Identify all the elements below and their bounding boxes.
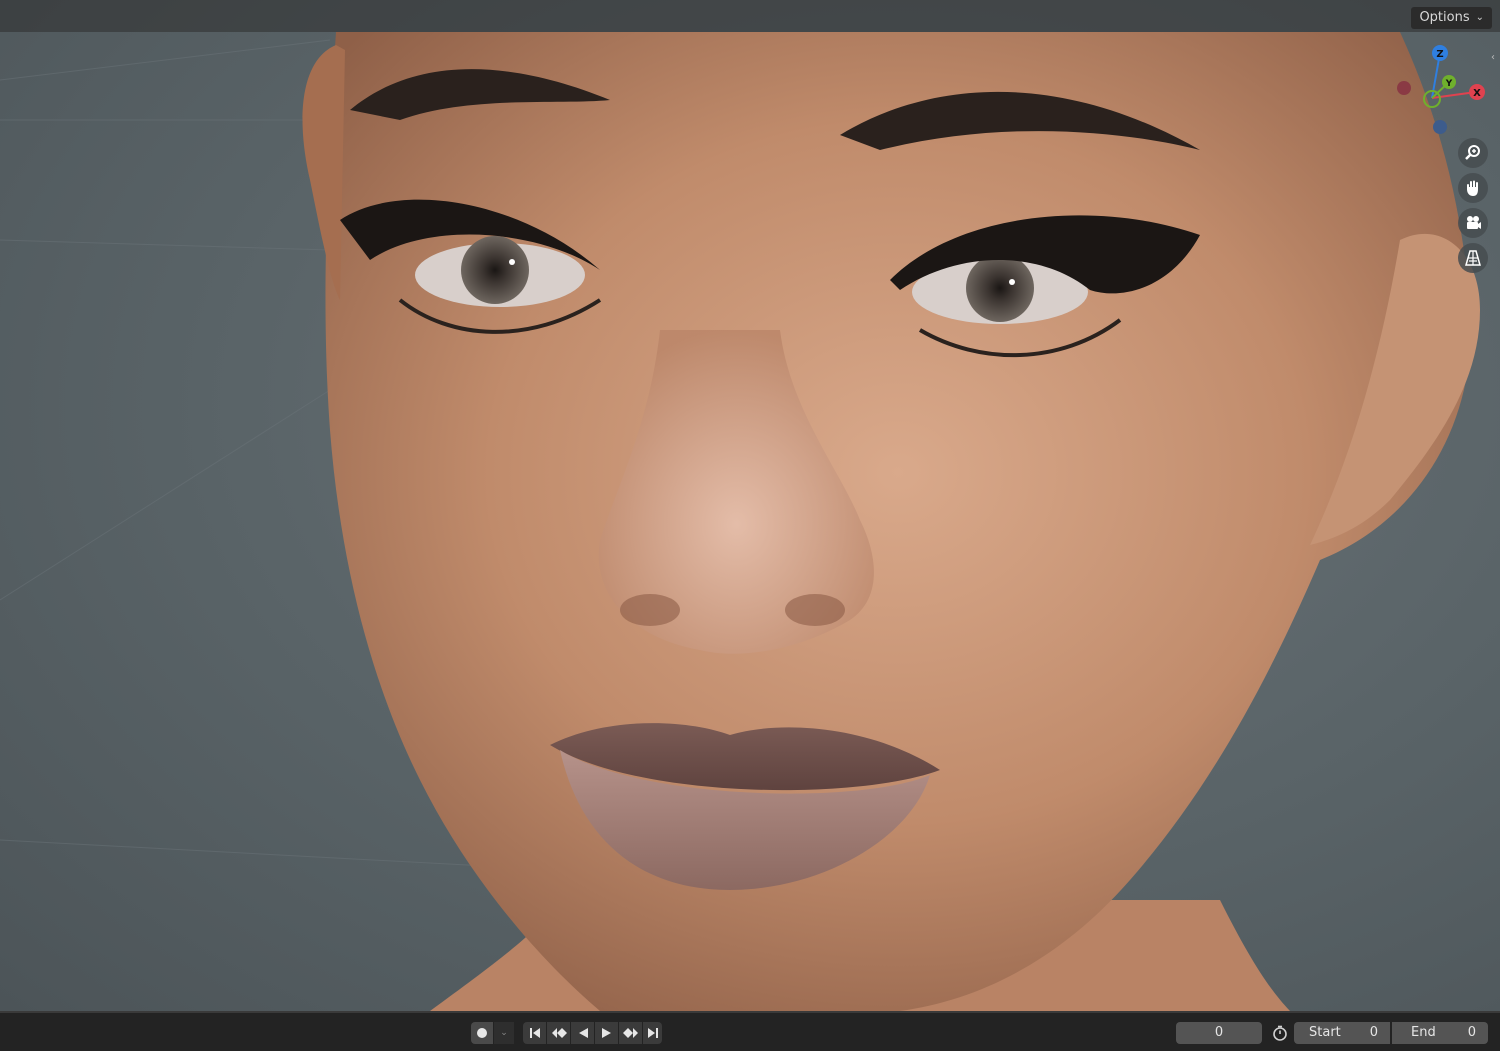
play-reverse-icon (578, 1028, 588, 1038)
options-dropdown[interactable]: Options ⌄ (1411, 7, 1492, 29)
neg-x-axis-handle[interactable] (1397, 81, 1411, 95)
playback-settings-button[interactable] (1268, 1022, 1292, 1044)
timeline-bar: ⌄ 0 Start 0 End 0 (0, 1011, 1500, 1051)
jump-to-end-icon (647, 1028, 658, 1038)
hand-pan-icon (1467, 180, 1478, 196)
stopwatch-icon (1273, 1025, 1287, 1041)
play-reverse-button[interactable] (571, 1022, 594, 1044)
svg-text:Y: Y (1445, 79, 1453, 89)
face-render (0, 32, 1480, 1011)
start-label: Start (1309, 1025, 1341, 1040)
play-icon (601, 1028, 611, 1038)
next-keyframe-icon (622, 1028, 638, 1038)
svg-text:Z: Z (1436, 49, 1443, 60)
record-keyframes-button[interactable] (471, 1022, 493, 1044)
prev-keyframe-icon (551, 1028, 567, 1038)
current-frame-value: 0 (1214, 1025, 1224, 1040)
play-button[interactable] (595, 1022, 618, 1044)
record-icon (477, 1028, 487, 1038)
chevron-down-icon: ⌄ (500, 1028, 508, 1038)
end-frame-field[interactable]: End 0 (1392, 1022, 1488, 1044)
3d-viewport[interactable]: Options ⌄ ‹ Z Y X (0, 0, 1500, 1011)
pan-button[interactable] (1458, 173, 1488, 203)
perspective-toggle-button[interactable] (1458, 243, 1488, 273)
zoom-button[interactable] (1458, 138, 1488, 168)
jump-to-prev-keyframe-button[interactable] (547, 1022, 570, 1044)
end-value: 0 (1467, 1025, 1476, 1040)
viewport-header (0, 0, 1500, 32)
chevron-down-icon: ⌄ (1475, 12, 1484, 23)
neg-z-axis-handle[interactable] (1433, 120, 1447, 134)
navigation-gizmo[interactable]: Z Y X (1392, 40, 1492, 140)
camera-icon (1467, 216, 1481, 229)
end-label: End (1411, 1025, 1436, 1040)
zoom-icon (1465, 145, 1480, 160)
start-value: 0 (1369, 1025, 1378, 1040)
y-axis-handle[interactable]: Y (1442, 75, 1456, 89)
x-axis-handle[interactable]: X (1469, 84, 1485, 100)
options-label: Options (1419, 10, 1470, 25)
jump-to-end-button[interactable] (643, 1022, 662, 1044)
jump-to-start-icon (529, 1028, 540, 1038)
z-axis-handle[interactable]: Z (1432, 45, 1448, 61)
start-frame-field[interactable]: Start 0 (1294, 1022, 1390, 1044)
svg-text:X: X (1473, 88, 1481, 99)
current-frame-field[interactable]: 0 (1176, 1022, 1262, 1044)
jump-to-start-button[interactable] (523, 1022, 546, 1044)
jump-to-next-keyframe-button[interactable] (619, 1022, 642, 1044)
keying-dropdown[interactable]: ⌄ (494, 1022, 514, 1044)
perspective-grid-icon (1465, 250, 1481, 266)
camera-view-button[interactable] (1458, 208, 1488, 238)
